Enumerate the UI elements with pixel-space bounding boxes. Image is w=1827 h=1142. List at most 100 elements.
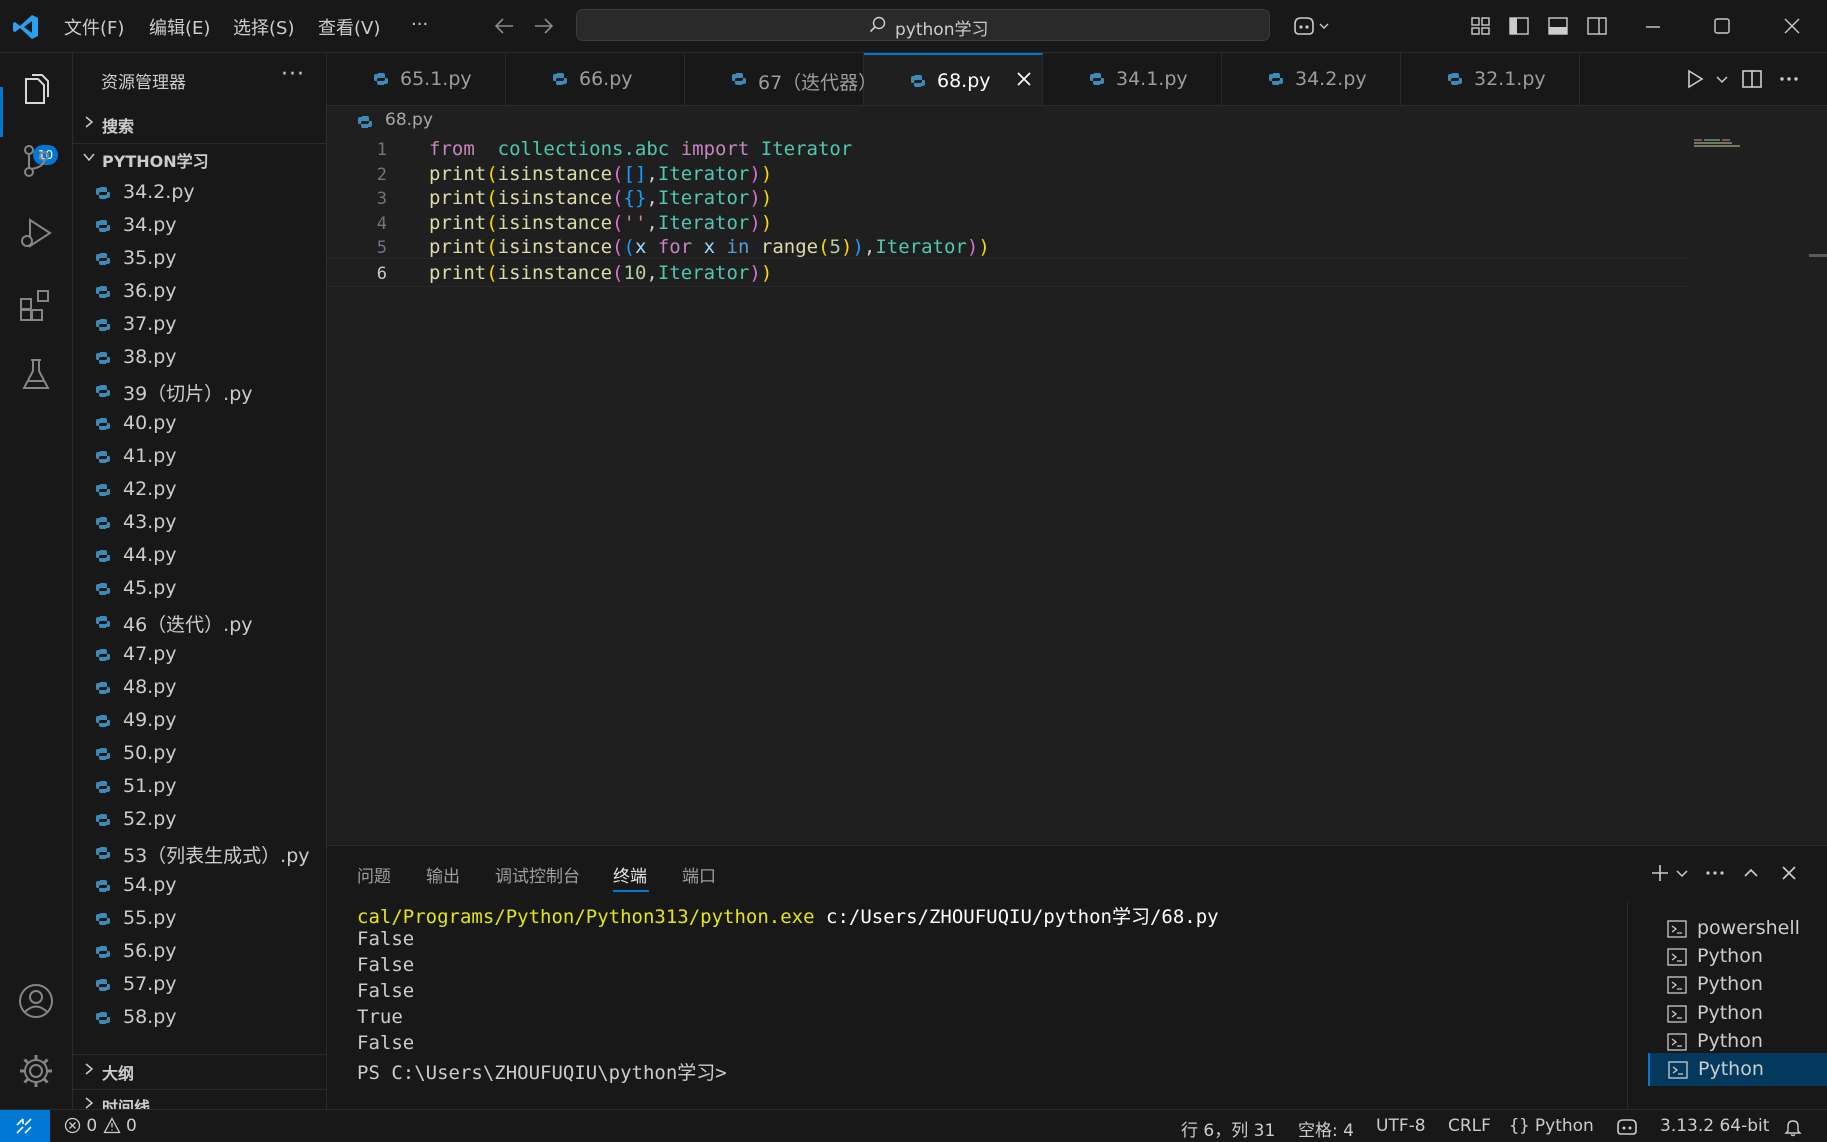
editor-tab[interactable]: 68.py xyxy=(864,53,1043,105)
run-python-file-icon[interactable] xyxy=(1683,67,1707,91)
language-mode[interactable]: {} Python xyxy=(1509,1116,1594,1136)
file-item[interactable]: 57.py xyxy=(73,968,326,1001)
code-token: ( xyxy=(486,236,498,259)
file-name: 52.py xyxy=(123,808,177,830)
file-item[interactable]: 55.py xyxy=(73,902,326,935)
indentation-status[interactable]: 空格: 4 xyxy=(1298,1116,1354,1141)
terminal-output-line: False xyxy=(357,954,415,976)
source-control-icon[interactable] xyxy=(16,141,56,181)
file-item[interactable]: 38.py xyxy=(73,341,326,374)
file-name: 34.py xyxy=(123,214,177,236)
more-actions-icon[interactable] xyxy=(1777,67,1801,91)
file-item[interactable]: 53（列表生成式）.py xyxy=(73,836,326,869)
code-line[interactable]: 6 print(isinstance(10,Iterator)) xyxy=(327,258,1687,287)
line-number: 4 xyxy=(376,213,387,234)
minimize-icon[interactable] xyxy=(1644,18,1662,36)
section-folder[interactable]: PYTHON学习 xyxy=(73,143,326,174)
back-arrow-icon[interactable] xyxy=(493,16,515,36)
file-item[interactable]: 35.py xyxy=(73,242,326,275)
file-item[interactable]: 45.py xyxy=(73,572,326,605)
close-window-icon[interactable] xyxy=(1783,17,1801,35)
section-outline[interactable]: 大纲 xyxy=(73,1056,326,1086)
tab-debug-console[interactable]: 调试控制台 xyxy=(495,862,580,887)
encoding-status[interactable]: UTF-8 xyxy=(1376,1116,1426,1136)
file-item[interactable]: 36.py xyxy=(73,275,326,308)
forward-arrow-icon[interactable] xyxy=(533,16,555,36)
file-item[interactable]: 41.py xyxy=(73,440,326,473)
close-tab-icon[interactable] xyxy=(1014,69,1034,89)
tab-ports[interactable]: 端口 xyxy=(682,862,716,887)
editor-tab[interactable]: 34.1.py xyxy=(1043,53,1222,105)
copilot-icon[interactable] xyxy=(1291,14,1331,38)
file-item[interactable]: 37.py xyxy=(73,308,326,341)
extensions-icon[interactable] xyxy=(16,285,56,325)
file-item[interactable]: 50.py xyxy=(73,737,326,770)
terminal-instance[interactable]: Python xyxy=(1648,1053,1827,1086)
python-file-icon xyxy=(96,286,110,298)
editor-tab[interactable]: 65.1.py xyxy=(327,53,506,105)
editor-tab[interactable]: 34.2.py xyxy=(1222,53,1401,105)
command-center-search[interactable]: python学习 xyxy=(576,9,1270,41)
run-debug-icon[interactable] xyxy=(16,213,56,253)
file-item[interactable]: 43.py xyxy=(73,506,326,539)
file-item[interactable]: 49.py xyxy=(73,704,326,737)
more-actions-icon[interactable] xyxy=(1704,862,1726,884)
file-item[interactable]: 58.py xyxy=(73,1001,326,1034)
toggle-secondary-sidebar-icon[interactable] xyxy=(1586,15,1608,37)
tab-problems[interactable]: 问题 xyxy=(357,862,391,887)
cursor-position[interactable]: 行 6，列 31 xyxy=(1181,1116,1275,1141)
editor-tab[interactable]: 66.py xyxy=(506,53,685,105)
remote-window-button[interactable] xyxy=(0,1110,50,1142)
section-timeline[interactable]: 时间线 xyxy=(73,1089,326,1109)
file-item[interactable]: 42.py xyxy=(73,473,326,506)
tab-label: 65.1.py xyxy=(400,68,472,90)
file-item[interactable]: 34.2.py xyxy=(73,176,326,209)
problems-status[interactable]: 0 0 xyxy=(64,1116,137,1136)
accounts-icon[interactable] xyxy=(16,981,56,1021)
file-item[interactable]: 48.py xyxy=(73,671,326,704)
menu-file[interactable]: 文件(F) xyxy=(64,14,124,40)
menu-selection[interactable]: 选择(S) xyxy=(233,14,294,40)
chevron-down-icon[interactable] xyxy=(1671,862,1693,884)
file-item[interactable]: 46（迭代）.py xyxy=(73,605,326,638)
minimap[interactable] xyxy=(1694,138,1742,148)
settings-gear-icon[interactable] xyxy=(16,1051,56,1091)
copilot-status-icon[interactable] xyxy=(1615,1117,1639,1137)
file-item[interactable]: 47.py xyxy=(73,638,326,671)
new-terminal-plus-icon[interactable] xyxy=(1649,862,1671,884)
customize-layout-icon[interactable] xyxy=(1470,15,1492,37)
editor-tab[interactable]: 67（迭代器）.py xyxy=(685,53,907,105)
maximize-panel-chevron-up-icon[interactable] xyxy=(1740,862,1762,884)
file-item[interactable]: 51.py xyxy=(73,770,326,803)
explorer-icon[interactable] xyxy=(16,71,56,111)
file-item[interactable]: 56.py xyxy=(73,935,326,968)
split-editor-icon[interactable] xyxy=(1740,67,1764,91)
maximize-icon[interactable] xyxy=(1713,17,1731,35)
code-editor[interactable]: 1 from collections.abc import Iterator 2 pr… xyxy=(327,135,1827,845)
python-interpreter[interactable]: 3.13.2 64-bit xyxy=(1660,1116,1769,1136)
menu-view[interactable]: 查看(V) xyxy=(318,14,380,40)
chevron-down-icon[interactable] xyxy=(1710,67,1734,91)
code-token: Iterator xyxy=(657,162,750,185)
eol-status[interactable]: CRLF xyxy=(1448,1116,1491,1136)
notifications-bell-icon[interactable] xyxy=(1783,1117,1803,1137)
file-item[interactable]: 39（切片）.py xyxy=(73,374,326,407)
toggle-panel-icon[interactable] xyxy=(1547,15,1569,37)
file-item[interactable]: 34.py xyxy=(73,209,326,242)
file-item[interactable]: 54.py xyxy=(73,869,326,902)
toggle-sidebar-icon[interactable] xyxy=(1508,15,1530,37)
sidebar-more-actions[interactable]: ··· xyxy=(281,62,305,87)
menu-more[interactable]: ··· xyxy=(411,14,428,35)
section-search[interactable]: 搜索 xyxy=(73,109,326,139)
file-item[interactable]: 40.py xyxy=(73,407,326,440)
tab-output[interactable]: 输出 xyxy=(426,862,460,887)
menu-edit[interactable]: 编辑(E) xyxy=(149,14,210,40)
testing-icon[interactable] xyxy=(16,355,56,395)
close-panel-icon[interactable] xyxy=(1778,862,1800,884)
editor-tab[interactable]: 32.1.py xyxy=(1401,53,1580,105)
tab-terminal[interactable]: 终端 xyxy=(613,862,647,887)
file-item[interactable]: 44.py xyxy=(73,539,326,572)
file-item[interactable]: 52.py xyxy=(73,803,326,836)
